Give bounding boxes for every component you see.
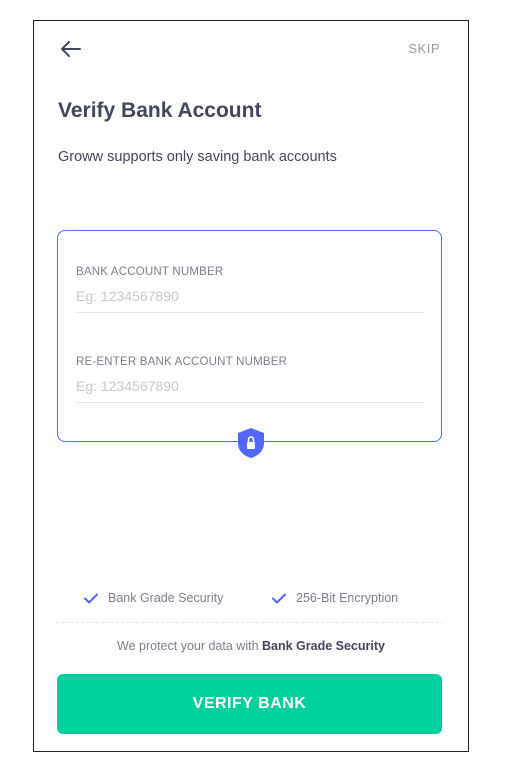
reenter-account-number-field: RE-ENTER BANK ACCOUNT NUMBER	[76, 352, 424, 403]
page-subtitle: Groww supports only saving bank accounts	[58, 149, 337, 165]
back-button[interactable]	[59, 39, 83, 59]
bank-account-form-card: BANK ACCOUNT NUMBER RE-ENTER BANK ACCOUN…	[57, 230, 442, 458]
arrow-left-icon	[61, 41, 81, 57]
account-number-label: BANK ACCOUNT NUMBER	[76, 266, 224, 278]
account-number-field: BANK ACCOUNT NUMBER	[76, 262, 424, 313]
check-icon	[272, 593, 286, 603]
protect-prefix: We protect your data with	[117, 639, 262, 653]
encryption-badge: 256-Bit Encryption	[272, 591, 398, 605]
verify-bank-button[interactable]: VERIFY BANK	[57, 674, 442, 734]
check-icon	[84, 593, 98, 603]
protect-emphasis: Bank Grade Security	[262, 639, 385, 653]
page-title: Verify Bank Account	[58, 99, 262, 122]
account-number-input[interactable]	[76, 288, 424, 313]
encryption-badge-label: 256-Bit Encryption	[296, 591, 399, 605]
reenter-account-number-input[interactable]	[76, 378, 424, 403]
security-badge: Bank Grade Security	[84, 591, 223, 605]
security-badges: Bank Grade Security 256-Bit Encryption	[34, 591, 468, 611]
shield-lock-icon	[238, 428, 264, 458]
security-badge-label: Bank Grade Security	[108, 591, 224, 605]
protect-text: We protect your data with Bank Grade Sec…	[34, 639, 468, 653]
dashed-divider	[56, 622, 444, 623]
reenter-account-number-label: RE-ENTER BANK ACCOUNT NUMBER	[76, 356, 288, 368]
screen-frame: SKIP Verify Bank Account Groww supports …	[33, 20, 469, 752]
skip-button[interactable]: SKIP	[408, 41, 440, 56]
